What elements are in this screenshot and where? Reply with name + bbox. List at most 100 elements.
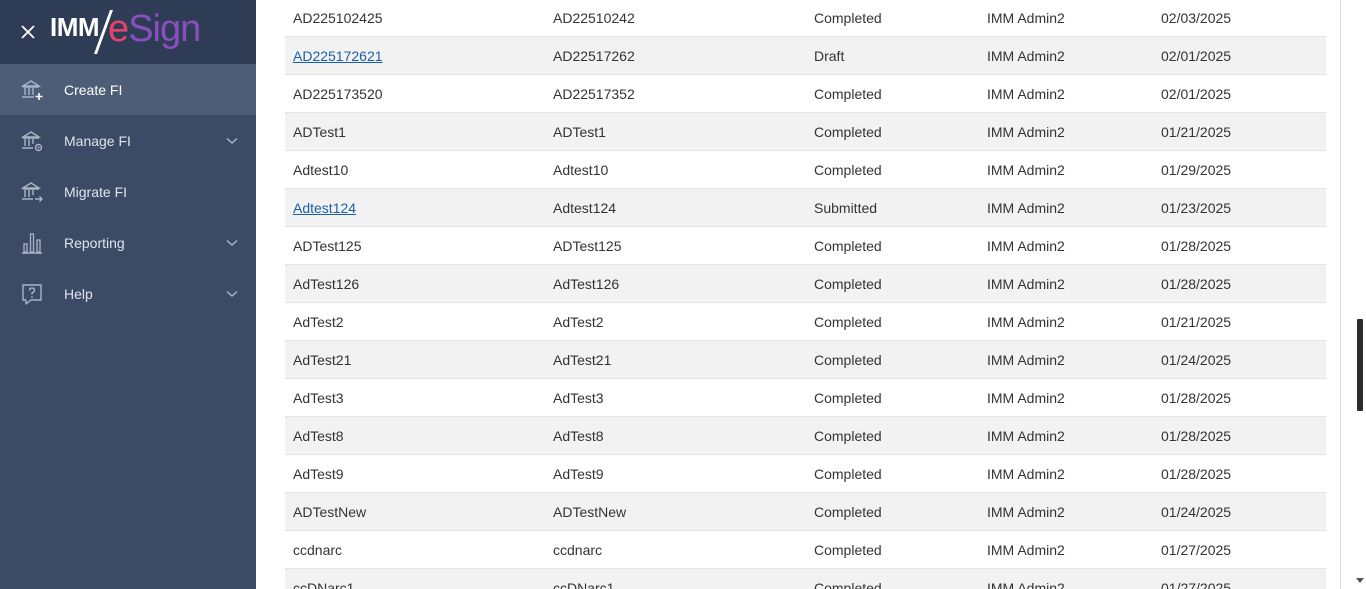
cell-date: 01/28/2025 <box>1161 389 1232 406</box>
table-row[interactable]: AD225172621 AD22517262 Draft IMM Admin2 02/0… <box>285 37 1326 75</box>
cell-status: Completed <box>814 275 882 292</box>
cell-date: 01/27/2025 <box>1161 579 1232 589</box>
scrollbar-thumb[interactable] <box>1357 319 1363 411</box>
cell-status: Completed <box>814 161 882 178</box>
cell-date: 02/01/2025 <box>1161 47 1232 64</box>
bar-chart-icon <box>22 232 42 254</box>
cell-date: 02/03/2025 <box>1161 10 1232 26</box>
cell-user: IMM Admin2 <box>987 161 1065 178</box>
bank-arrow-icon <box>20 181 43 202</box>
cell-status: Submitted <box>814 199 878 216</box>
table-row[interactable]: AdTest2 AdTest2 Completed IMM Admin2 01/21/2… <box>285 303 1326 341</box>
cell-user: IMM Admin2 <box>987 503 1065 520</box>
data-table: AD225102425 AD22510242 Completed IMM Admin2… <box>285 0 1326 589</box>
cell-user: IMM Admin2 <box>987 579 1065 589</box>
sidebar: IMM eSign Create FI Manage FI Migrate FI… <box>0 0 256 589</box>
cell-status: Completed <box>814 237 882 254</box>
table-row[interactable]: AD225102425 AD22510242 Completed IMM Admin2… <box>285 0 1326 37</box>
cell-user: IMM Admin2 <box>987 389 1065 406</box>
cell-user: IMM Admin2 <box>987 465 1065 482</box>
cell-code: AdTest8 <box>553 427 604 444</box>
scroll-down-arrow-icon[interactable] <box>1356 578 1364 583</box>
cell-user: IMM Admin2 <box>987 47 1065 64</box>
cell-user: IMM Admin2 <box>987 427 1065 444</box>
sidebar-item-label: Create FI <box>64 81 123 98</box>
close-icon <box>21 25 35 39</box>
table-row[interactable]: AdTest3 AdTest3 Completed IMM Admin2 01/28/2… <box>285 379 1326 417</box>
cell-code: Adtest124 <box>553 199 617 216</box>
logo-sign: Sign <box>128 8 201 50</box>
cell-date: 01/28/2025 <box>1161 275 1232 292</box>
table-row[interactable]: ccDNarc1 ccDNarc1 Completed IMM Admin2 01/27… <box>285 569 1326 589</box>
sidebar-header: IMM eSign <box>0 0 256 64</box>
cell-name: AdTest3 <box>293 389 344 406</box>
cell-date: 01/28/2025 <box>1161 465 1232 482</box>
cell-code: AD22517352 <box>553 85 635 102</box>
cell-user: IMM Admin2 <box>987 10 1065 26</box>
record-link[interactable]: AD225172621 <box>293 48 383 64</box>
cell-status: Completed <box>814 351 882 368</box>
cell-name: ADTest1 <box>293 123 346 140</box>
cell-name: ADTestNew <box>293 503 367 520</box>
cell-status: Completed <box>814 85 882 102</box>
cell-status: Completed <box>814 503 882 520</box>
record-link[interactable]: Adtest124 <box>293 200 356 216</box>
cell-status: Draft <box>814 47 845 64</box>
bank-gear-icon <box>20 130 43 151</box>
table-row[interactable]: ADTest125 ADTest125 Completed IMM Admin2 01/… <box>285 227 1326 265</box>
cell-name: Adtest10 <box>293 161 349 178</box>
table-row[interactable]: AdTest9 AdTest9 Completed IMM Admin2 01/28/2… <box>285 455 1326 493</box>
sidebar-item-create-fi[interactable]: Create FI <box>0 64 256 115</box>
table-row[interactable]: ADTest1 ADTest1 Completed IMM Admin2 01/21/2… <box>285 113 1326 151</box>
cell-user: IMM Admin2 <box>987 313 1065 330</box>
chevron-down-icon <box>226 239 238 246</box>
cell-date: 02/01/2025 <box>1161 85 1232 102</box>
table-row[interactable]: ccdnarc ccdnarc Completed IMM Admin2 01/27/2… <box>285 531 1326 569</box>
cell-code: AD22510242 <box>553 10 635 26</box>
sidebar-item-migrate-fi[interactable]: Migrate FI <box>0 166 256 217</box>
chevron-down-icon <box>226 290 238 297</box>
table-row[interactable]: AD225173520 AD22517352 Completed IMM Admin2… <box>285 75 1326 113</box>
cell-user: IMM Admin2 <box>987 541 1065 558</box>
cell-name: AdTest2 <box>293 313 344 330</box>
cell-code: AdTest9 <box>553 465 604 482</box>
cell-name: AdTest9 <box>293 465 344 482</box>
cell-user: IMM Admin2 <box>987 351 1065 368</box>
cell-status: Completed <box>814 389 882 406</box>
cell-code: AdTest3 <box>553 389 604 406</box>
cell-user: IMM Admin2 <box>987 275 1065 292</box>
app-logo: IMM eSign <box>50 6 201 56</box>
cell-user: IMM Admin2 <box>987 237 1065 254</box>
help-icon <box>22 283 42 305</box>
logo-esign-text: eSign <box>108 6 201 52</box>
main-content: AD225102425 AD22510242 Completed IMM Admin2… <box>256 0 1366 589</box>
close-menu-button[interactable] <box>0 0 56 64</box>
cell-name: ccDNarc1 <box>293 579 355 589</box>
cell-status: Completed <box>814 579 882 589</box>
sidebar-item-manage-fi[interactable]: Manage FI <box>0 115 256 166</box>
sidebar-item-label: Manage FI <box>64 132 131 149</box>
cell-date: 01/21/2025 <box>1161 313 1232 330</box>
page-scrollbar[interactable] <box>1354 0 1366 589</box>
cell-status: Completed <box>814 123 882 140</box>
cell-date: 01/24/2025 <box>1161 351 1232 368</box>
sidebar-item-help[interactable]: Help <box>0 268 256 319</box>
table-row[interactable]: ADTestNew ADTestNew Completed IMM Admin2 01/… <box>285 493 1326 531</box>
table-row[interactable]: AdTest126 AdTest126 Completed IMM Admin2 01/… <box>285 265 1326 303</box>
table-row[interactable]: AdTest21 AdTest21 Completed IMM Admin2 01/24… <box>285 341 1326 379</box>
cell-date: 01/28/2025 <box>1161 237 1232 254</box>
sidebar-item-reporting[interactable]: Reporting <box>0 217 256 268</box>
table-row[interactable]: AdTest8 AdTest8 Completed IMM Admin2 01/28/2… <box>285 417 1326 455</box>
cell-status: Completed <box>814 427 882 444</box>
cell-code: ccdnarc <box>553 541 603 558</box>
cell-name: AD225173520 <box>293 85 383 102</box>
cell-code: ADTest1 <box>553 123 606 140</box>
table-row[interactable]: Adtest10 Adtest10 Completed IMM Admin2 01/29… <box>285 151 1326 189</box>
cell-code: AD22517262 <box>553 47 635 64</box>
cell-code: AdTest126 <box>553 275 620 292</box>
sidebar-item-label: Help <box>64 285 93 302</box>
cell-status: Completed <box>814 313 882 330</box>
cell-code: AdTest21 <box>553 351 612 368</box>
cell-status: Completed <box>814 10 882 26</box>
table-row[interactable]: Adtest124 Adtest124 Submitted IMM Admin2 01/… <box>285 189 1326 227</box>
